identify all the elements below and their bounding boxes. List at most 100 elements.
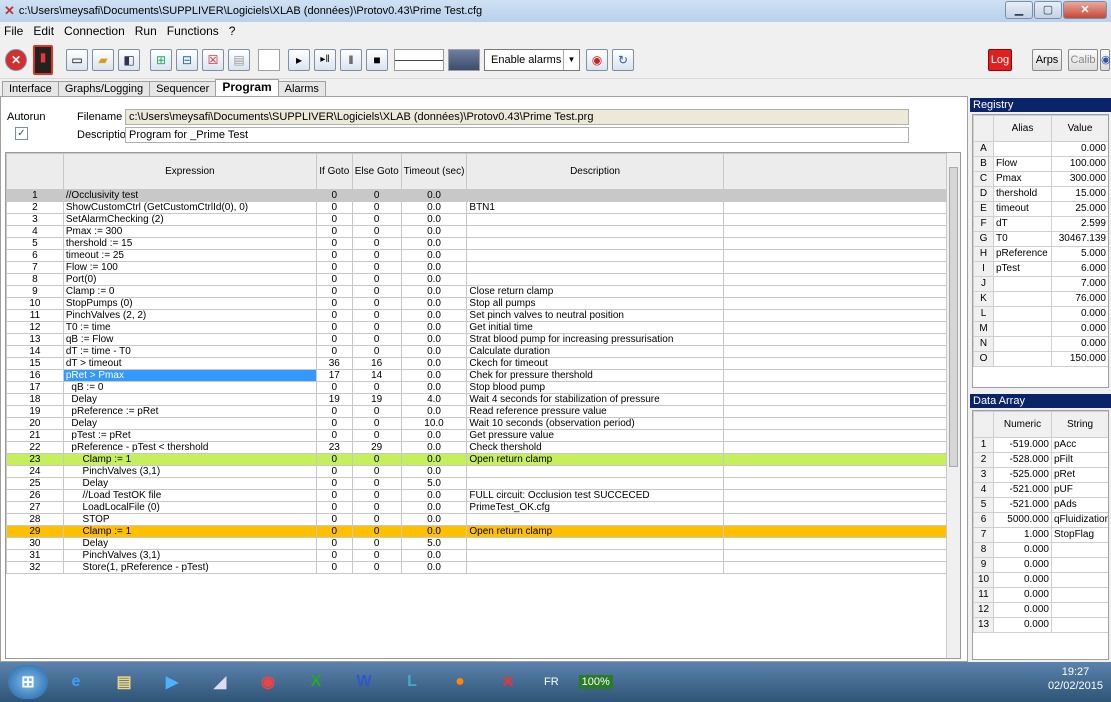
- timeout-cell[interactable]: 0.0: [400, 213, 468, 226]
- row-index[interactable]: 22: [6, 441, 64, 454]
- data-array-row[interactable]: 9 0.000: [973, 557, 1108, 573]
- table-row[interactable]: 3 SetAlarmChecking (2) 0 0 0.0: [6, 213, 960, 226]
- registry-alias[interactable]: Pmax: [993, 171, 1052, 187]
- row-index[interactable]: 13: [6, 333, 64, 346]
- registry-key[interactable]: F: [973, 216, 994, 232]
- menu-edit[interactable]: Edit: [33, 24, 54, 38]
- registry-row[interactable]: HpReference 5.000: [973, 246, 1108, 262]
- data-numeric[interactable]: 5000.000: [993, 512, 1052, 528]
- timeout-cell[interactable]: 5.0: [400, 477, 468, 490]
- registry-key[interactable]: N: [973, 336, 994, 352]
- if-goto-cell[interactable]: 0: [315, 297, 353, 310]
- description-cell[interactable]: [466, 249, 724, 262]
- expression-cell[interactable]: Flow := 100: [62, 261, 317, 274]
- if-goto-cell[interactable]: 0: [315, 273, 353, 286]
- description-field[interactable]: Program for _Prime Test: [125, 127, 909, 143]
- if-goto-cell[interactable]: 0: [315, 213, 353, 226]
- else-goto-cell[interactable]: 0: [351, 453, 402, 466]
- else-goto-cell[interactable]: 0: [351, 537, 402, 550]
- row-index[interactable]: 17: [6, 381, 64, 394]
- if-goto-cell[interactable]: 0: [315, 381, 353, 394]
- alarms-select[interactable]: Enable alarms ▼: [484, 49, 580, 71]
- expression-cell[interactable]: PinchValves (3,1): [62, 549, 317, 562]
- description-cell[interactable]: Wait 4 seconds for stabilization of pres…: [466, 393, 724, 406]
- if-goto-cell[interactable]: 0: [315, 321, 353, 334]
- row-index[interactable]: 24: [6, 465, 64, 478]
- row-index[interactable]: 6: [6, 249, 64, 262]
- timeout-cell[interactable]: 0.0: [400, 297, 468, 310]
- expression-cell[interactable]: //Occlusivity test: [62, 189, 317, 202]
- else-goto-cell[interactable]: 29: [351, 441, 402, 454]
- data-array-row[interactable]: 1 -519.000 pAcc: [973, 437, 1108, 453]
- table-row[interactable]: 27 LoadLocalFile (0) 0 0 0.0 PrimeTest_OK.cf…: [6, 501, 960, 514]
- data-array-row[interactable]: 4 -521.000 pUF: [973, 482, 1108, 498]
- data-array-row[interactable]: 13 0.000: [973, 617, 1108, 633]
- description-cell[interactable]: Close return clamp: [466, 285, 724, 298]
- data-string[interactable]: [1051, 617, 1108, 633]
- registry-key[interactable]: K: [973, 291, 994, 307]
- registry-key[interactable]: E: [973, 201, 994, 217]
- description-cell[interactable]: Read reference pressure value: [466, 405, 724, 418]
- timeout-cell[interactable]: 0.0: [400, 249, 468, 262]
- if-goto-cell[interactable]: 0: [315, 513, 353, 526]
- else-goto-cell[interactable]: 0: [351, 345, 402, 358]
- timeout-cell[interactable]: 0.0: [400, 273, 468, 286]
- pause-icon[interactable]: ‖: [340, 49, 362, 71]
- expression-cell[interactable]: qB := 0: [62, 381, 317, 394]
- language-indicator[interactable]: FR: [544, 676, 559, 688]
- registry-row[interactable]: N 0.000: [973, 336, 1108, 352]
- else-goto-cell[interactable]: 0: [351, 249, 402, 262]
- row-index[interactable]: 4: [6, 225, 64, 238]
- if-goto-cell[interactable]: 0: [315, 405, 353, 418]
- description-cell[interactable]: [466, 537, 724, 550]
- close-button[interactable]: ✕: [1063, 1, 1107, 19]
- timeout-cell[interactable]: 0.0: [400, 261, 468, 274]
- row-index[interactable]: 30: [6, 537, 64, 550]
- maximize-button[interactable]: ▢: [1034, 1, 1062, 19]
- description-cell[interactable]: [466, 513, 724, 526]
- help-icon[interactable]: ◉: [1100, 49, 1111, 71]
- row-index[interactable]: 26: [6, 489, 64, 502]
- tab-interface[interactable]: Interface: [2, 81, 59, 96]
- expression-cell[interactable]: T0 := time: [62, 321, 317, 334]
- data-numeric[interactable]: 0.000: [993, 617, 1052, 633]
- table-row[interactable]: 2 ShowCustomCtrl (GetCustomCtrlId(0), 0) 0…: [6, 201, 960, 214]
- row-index[interactable]: 8: [6, 273, 64, 286]
- if-goto-cell[interactable]: 0: [315, 225, 353, 238]
- expression-cell[interactable]: ShowCustomCtrl (GetCustomCtrlId(0), 0): [62, 201, 317, 214]
- table-row[interactable]: 29 Clamp := 1 0 0 0.0 Open return clamp: [6, 525, 960, 538]
- expression-cell[interactable]: //Load TestOK file: [62, 489, 317, 502]
- else-goto-cell[interactable]: 0: [351, 309, 402, 322]
- data-numeric[interactable]: -521.000: [993, 497, 1052, 513]
- expression-cell[interactable]: Pmax := 300: [62, 225, 317, 238]
- row-index[interactable]: 9: [6, 285, 64, 298]
- registry-row[interactable]: O 150.000: [973, 351, 1108, 367]
- step-icon[interactable]: ▸‖: [314, 49, 336, 71]
- if-goto-cell[interactable]: 0: [315, 261, 353, 274]
- data-index[interactable]: 10: [973, 572, 994, 588]
- table-row[interactable]: 15 dT > timeout 36 16 0.0 Ckech for timeout: [6, 357, 960, 370]
- data-array-row[interactable]: 10 0.000: [973, 572, 1108, 588]
- line-style-2[interactable]: [448, 49, 480, 71]
- row-index[interactable]: 1: [6, 189, 64, 202]
- registry-key[interactable]: J: [973, 276, 994, 292]
- registry-alias[interactable]: [993, 306, 1052, 322]
- registry-row[interactable]: L 0.000: [973, 306, 1108, 322]
- row-index[interactable]: 21: [6, 429, 64, 442]
- description-cell[interactable]: [466, 237, 724, 250]
- timeout-cell[interactable]: 0.0: [400, 525, 468, 538]
- registry-value[interactable]: 300.000: [1051, 171, 1108, 187]
- chevron-down-icon[interactable]: ▼: [563, 50, 579, 70]
- else-goto-cell[interactable]: 0: [351, 297, 402, 310]
- if-goto-cell[interactable]: 0: [315, 333, 353, 346]
- data-array-row[interactable]: 8 0.000: [973, 542, 1108, 558]
- if-goto-cell[interactable]: 0: [315, 477, 353, 490]
- table-row[interactable]: 22 pReference - pTest < thershold 23 29 0.0…: [6, 441, 960, 454]
- description-cell[interactable]: Strat blood pump for increasing pressuri…: [466, 333, 724, 346]
- table-row[interactable]: 1//Occlusivity test 0 0 0.0: [6, 189, 960, 202]
- expression-cell[interactable]: Store(1, pReference - pTest): [62, 561, 317, 574]
- data-array-row[interactable]: 11 0.000: [973, 587, 1108, 603]
- else-goto-cell[interactable]: 0: [351, 237, 402, 250]
- registry-value[interactable]: 0.000: [1051, 141, 1108, 157]
- data-string[interactable]: pUF: [1051, 482, 1108, 498]
